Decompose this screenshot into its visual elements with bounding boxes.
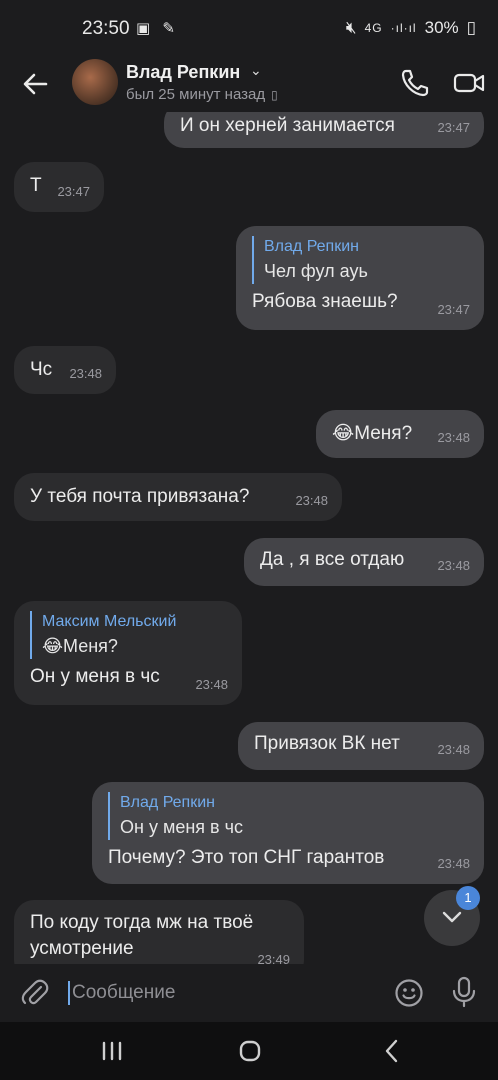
system-nav-bar xyxy=(0,1022,498,1080)
message-composer: Сообщение xyxy=(0,964,498,1022)
contact-name[interactable]: Влад Репкин xyxy=(126,62,240,83)
back-icon[interactable] xyxy=(380,1038,404,1064)
microphone-icon[interactable] xyxy=(450,976,478,1008)
message-time: 23:48 xyxy=(437,742,470,757)
signal-icon: ·ıl·ıl xyxy=(390,21,417,35)
message-text: Почему? Это топ СНГ гарантов xyxy=(108,847,385,868)
message-time: 23:47 xyxy=(437,302,470,317)
reply-text: Чел фул ауь xyxy=(264,261,368,281)
battery-icon: ▯ xyxy=(466,18,476,37)
status-right: 🔇︎ 4G ·ıl·ıl 30% ▯ xyxy=(346,18,476,38)
message-incoming-reply[interactable]: Максим Мельский 😂Меня? Он у меня в чс 23… xyxy=(14,601,242,705)
message-time: 23:48 xyxy=(195,677,228,692)
message-text: По коду тогда мж на твоё усмотрение xyxy=(30,912,254,959)
status-bar: 23:50 ▣ ✎ 🔇︎ 4G ·ıl·ıl 30% ▯ xyxy=(0,0,498,56)
reply-quote[interactable]: Максим Мельский 😂Меня? xyxy=(30,611,226,659)
last-seen-text: был 25 минут назад xyxy=(126,86,266,103)
avatar[interactable] xyxy=(72,59,118,105)
text-cursor xyxy=(68,981,70,1005)
smiley-icon[interactable] xyxy=(394,978,424,1008)
message-text: У тебя почта привязана? xyxy=(30,486,250,507)
message-text: Рябова знаешь? xyxy=(252,291,398,312)
message-outgoing[interactable]: 😂Меня? 23:48 xyxy=(316,410,484,458)
message-outgoing[interactable]: Да , я все отдаю 23:48 xyxy=(244,538,484,586)
chat-header: Влад Репкин ⌄ был 25 минут назад ▯ xyxy=(0,56,498,112)
status-notification-icons: ▣ ✎ xyxy=(136,20,179,37)
message-incoming[interactable]: У тебя почта привязана? 23:48 xyxy=(14,473,342,521)
message-outgoing-reply[interactable]: Влад Репкин Чел фул ауь Рябова знаешь? 2… xyxy=(236,226,484,330)
message-input[interactable]: Сообщение xyxy=(72,982,175,1004)
mobile-device-icon: ▯ xyxy=(271,88,278,102)
chevron-down-icon[interactable]: ⌄ xyxy=(250,62,262,79)
video-camera-icon[interactable] xyxy=(452,66,486,100)
reply-quote[interactable]: Влад Репкин Он у меня в чс xyxy=(108,792,468,840)
chevron-down-icon xyxy=(442,911,462,923)
reply-author: Влад Репкин xyxy=(264,238,359,255)
mute-icon: 🔇︎ xyxy=(345,18,357,37)
reply-author: Максим Мельский xyxy=(42,613,177,630)
network-type: 4G xyxy=(364,21,383,35)
message-time: 23:48 xyxy=(69,366,102,381)
message-text: И он херней занимается xyxy=(180,115,395,136)
paperclip-icon[interactable] xyxy=(20,978,50,1008)
message-text: Привязок ВК нет xyxy=(254,733,400,754)
message-incoming[interactable]: Т 23:47 xyxy=(14,162,104,212)
message-time: 23:48 xyxy=(437,430,470,445)
reply-text: Он у меня в чс xyxy=(120,817,243,837)
message-time: 23:48 xyxy=(295,493,328,508)
phone-icon[interactable] xyxy=(398,66,432,100)
reply-text: 😂Меня? xyxy=(42,636,118,656)
last-seen-status: был 25 минут назад ▯ xyxy=(126,86,278,103)
reply-quote[interactable]: Влад Репкин Чел фул ауь xyxy=(252,236,468,284)
home-icon[interactable] xyxy=(238,1039,262,1063)
arrow-left-icon[interactable] xyxy=(18,66,54,102)
battery-level: 30% xyxy=(424,18,459,37)
unread-badge: 1 xyxy=(456,886,480,910)
message-incoming[interactable]: Чс 23:48 xyxy=(14,346,116,394)
message-outgoing-reply[interactable]: Влад Репкин Он у меня в чс Почему? Это т… xyxy=(92,782,484,884)
message-time: 23:47 xyxy=(57,184,90,199)
reply-author: Влад Репкин xyxy=(120,794,215,811)
message-time: 23:48 xyxy=(437,558,470,573)
message-time: 23:48 xyxy=(437,856,470,871)
message-time: 23:47 xyxy=(437,120,470,135)
recent-apps-icon[interactable] xyxy=(100,1040,124,1062)
status-time: 23:50 xyxy=(82,18,130,39)
message-outgoing[interactable]: Привязок ВК нет 23:48 xyxy=(238,722,484,770)
